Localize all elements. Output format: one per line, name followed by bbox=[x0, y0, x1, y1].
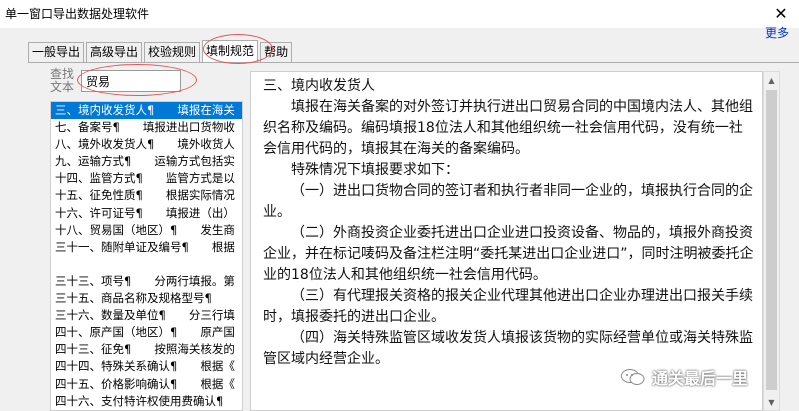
list-item-blank bbox=[51, 256, 242, 273]
list-item[interactable]: 十五、征免性质¶ 根据实际情况 bbox=[51, 187, 242, 204]
list-item[interactable]: 三十六、数量及单位¶ 分三行填 bbox=[51, 307, 242, 324]
tab-bar: 一般导出 高级导出 校验规则 填制规范 帮助 bbox=[28, 40, 294, 62]
content-scrollbar[interactable]: ▲ ▼ bbox=[763, 71, 780, 411]
list-item[interactable]: 四十五、价格影响确认¶ 根据《 bbox=[51, 376, 242, 393]
list-item[interactable]: 九、运输方式¶ 运输方式包括实 bbox=[51, 153, 242, 170]
tab-advanced-export[interactable]: 高级导出 bbox=[86, 42, 143, 62]
list-item[interactable]: 三、境内收发货人¶ 填报在海关 bbox=[51, 102, 242, 120]
close-button[interactable]: ✕ bbox=[763, 0, 799, 26]
window-title: 单一窗口导出数据处理软件 bbox=[5, 7, 150, 21]
scroll-down-icon[interactable]: ▼ bbox=[764, 394, 779, 410]
content-paragraph: （三）有代理报关资格的报关企业代理其他进出口企业办理进出口报关手续时，填报委托的… bbox=[263, 288, 753, 325]
list-item[interactable]: 八、境外收发货人¶ 境外收货人 bbox=[51, 136, 242, 153]
content-paragraph: 特殊情况下填报要求如下： bbox=[291, 162, 459, 178]
scroll-up-icon[interactable]: ▲ bbox=[764, 72, 779, 88]
content-paragraph: （二）外商投资企业委托进出口企业进口投资设备、物品的，填报外商投资企业，并在标记… bbox=[263, 225, 754, 283]
close-icon: ✕ bbox=[774, 3, 788, 23]
list-item[interactable]: 四十、原产国（地区）¶ 原产国 bbox=[51, 324, 242, 341]
tab-general-export[interactable]: 一般导出 bbox=[28, 42, 85, 62]
content-heading: 三、境内收发货人 bbox=[263, 78, 375, 94]
search-label: 查找文本 bbox=[50, 67, 75, 94]
tab-help[interactable]: 帮助 bbox=[260, 42, 293, 62]
content-paragraph: 填报在海关备案的对外签订并执行进出口贸易合同的中国境内法人、其他组织名称及编码。… bbox=[263, 99, 753, 157]
content-paragraph: （四）海关特殊监管区域收发货人填报该货物的实际经营单位或海关特殊监管区域内经营企… bbox=[263, 330, 753, 367]
list-item[interactable]: 三十五、商品名称及规格型号¶ bbox=[51, 290, 242, 307]
list-item[interactable]: 七、备案号¶ 填报进出口货物收 bbox=[51, 119, 242, 136]
scroll-thumb[interactable] bbox=[766, 90, 777, 390]
list-item[interactable]: 四十三、征免¶ 按照海关核发的 bbox=[51, 341, 242, 358]
tab-validation-rules[interactable]: 校验规则 bbox=[144, 42, 201, 62]
list-item[interactable]: 四十四、特殊关系确认¶ 根据《 bbox=[51, 358, 242, 375]
search-input[interactable] bbox=[81, 70, 181, 92]
more-link[interactable]: 更多 bbox=[765, 24, 789, 41]
list-item[interactable]: 四十六、支付特许权使用费确认¶ bbox=[51, 393, 242, 410]
content-text-area[interactable]: 三、境内收发货人 填报在海关备案的对外签订并执行进出口贸易合同的中国境内法人、其… bbox=[250, 71, 763, 411]
content-paragraph: （一）进出口货物合同的签订者和执行者非同一企业的，填报执行合同的企业。 bbox=[263, 183, 753, 220]
section-list[interactable]: 三、境内收发货人¶ 填报在海关 七、备案号¶ 填报进出口货物收 八、境外收发货人… bbox=[50, 101, 243, 411]
tab-filling-standards[interactable]: 填制规范 bbox=[202, 40, 259, 62]
list-item[interactable]: 十四、监管方式¶ 监管方式是以 bbox=[51, 170, 242, 187]
list-item[interactable]: 三十一、随附单证及编号¶ 根据 bbox=[51, 239, 242, 256]
list-item[interactable]: 十六、许可证号¶ 填报进（出） bbox=[51, 205, 242, 222]
title-bar: 单一窗口导出数据处理软件 ✕ bbox=[0, 0, 799, 28]
list-item[interactable]: 十八、贸易国（地区）¶ 发生商 bbox=[51, 222, 242, 239]
list-item[interactable]: 三十三、项号¶ 分两行填报。第 bbox=[51, 273, 242, 290]
